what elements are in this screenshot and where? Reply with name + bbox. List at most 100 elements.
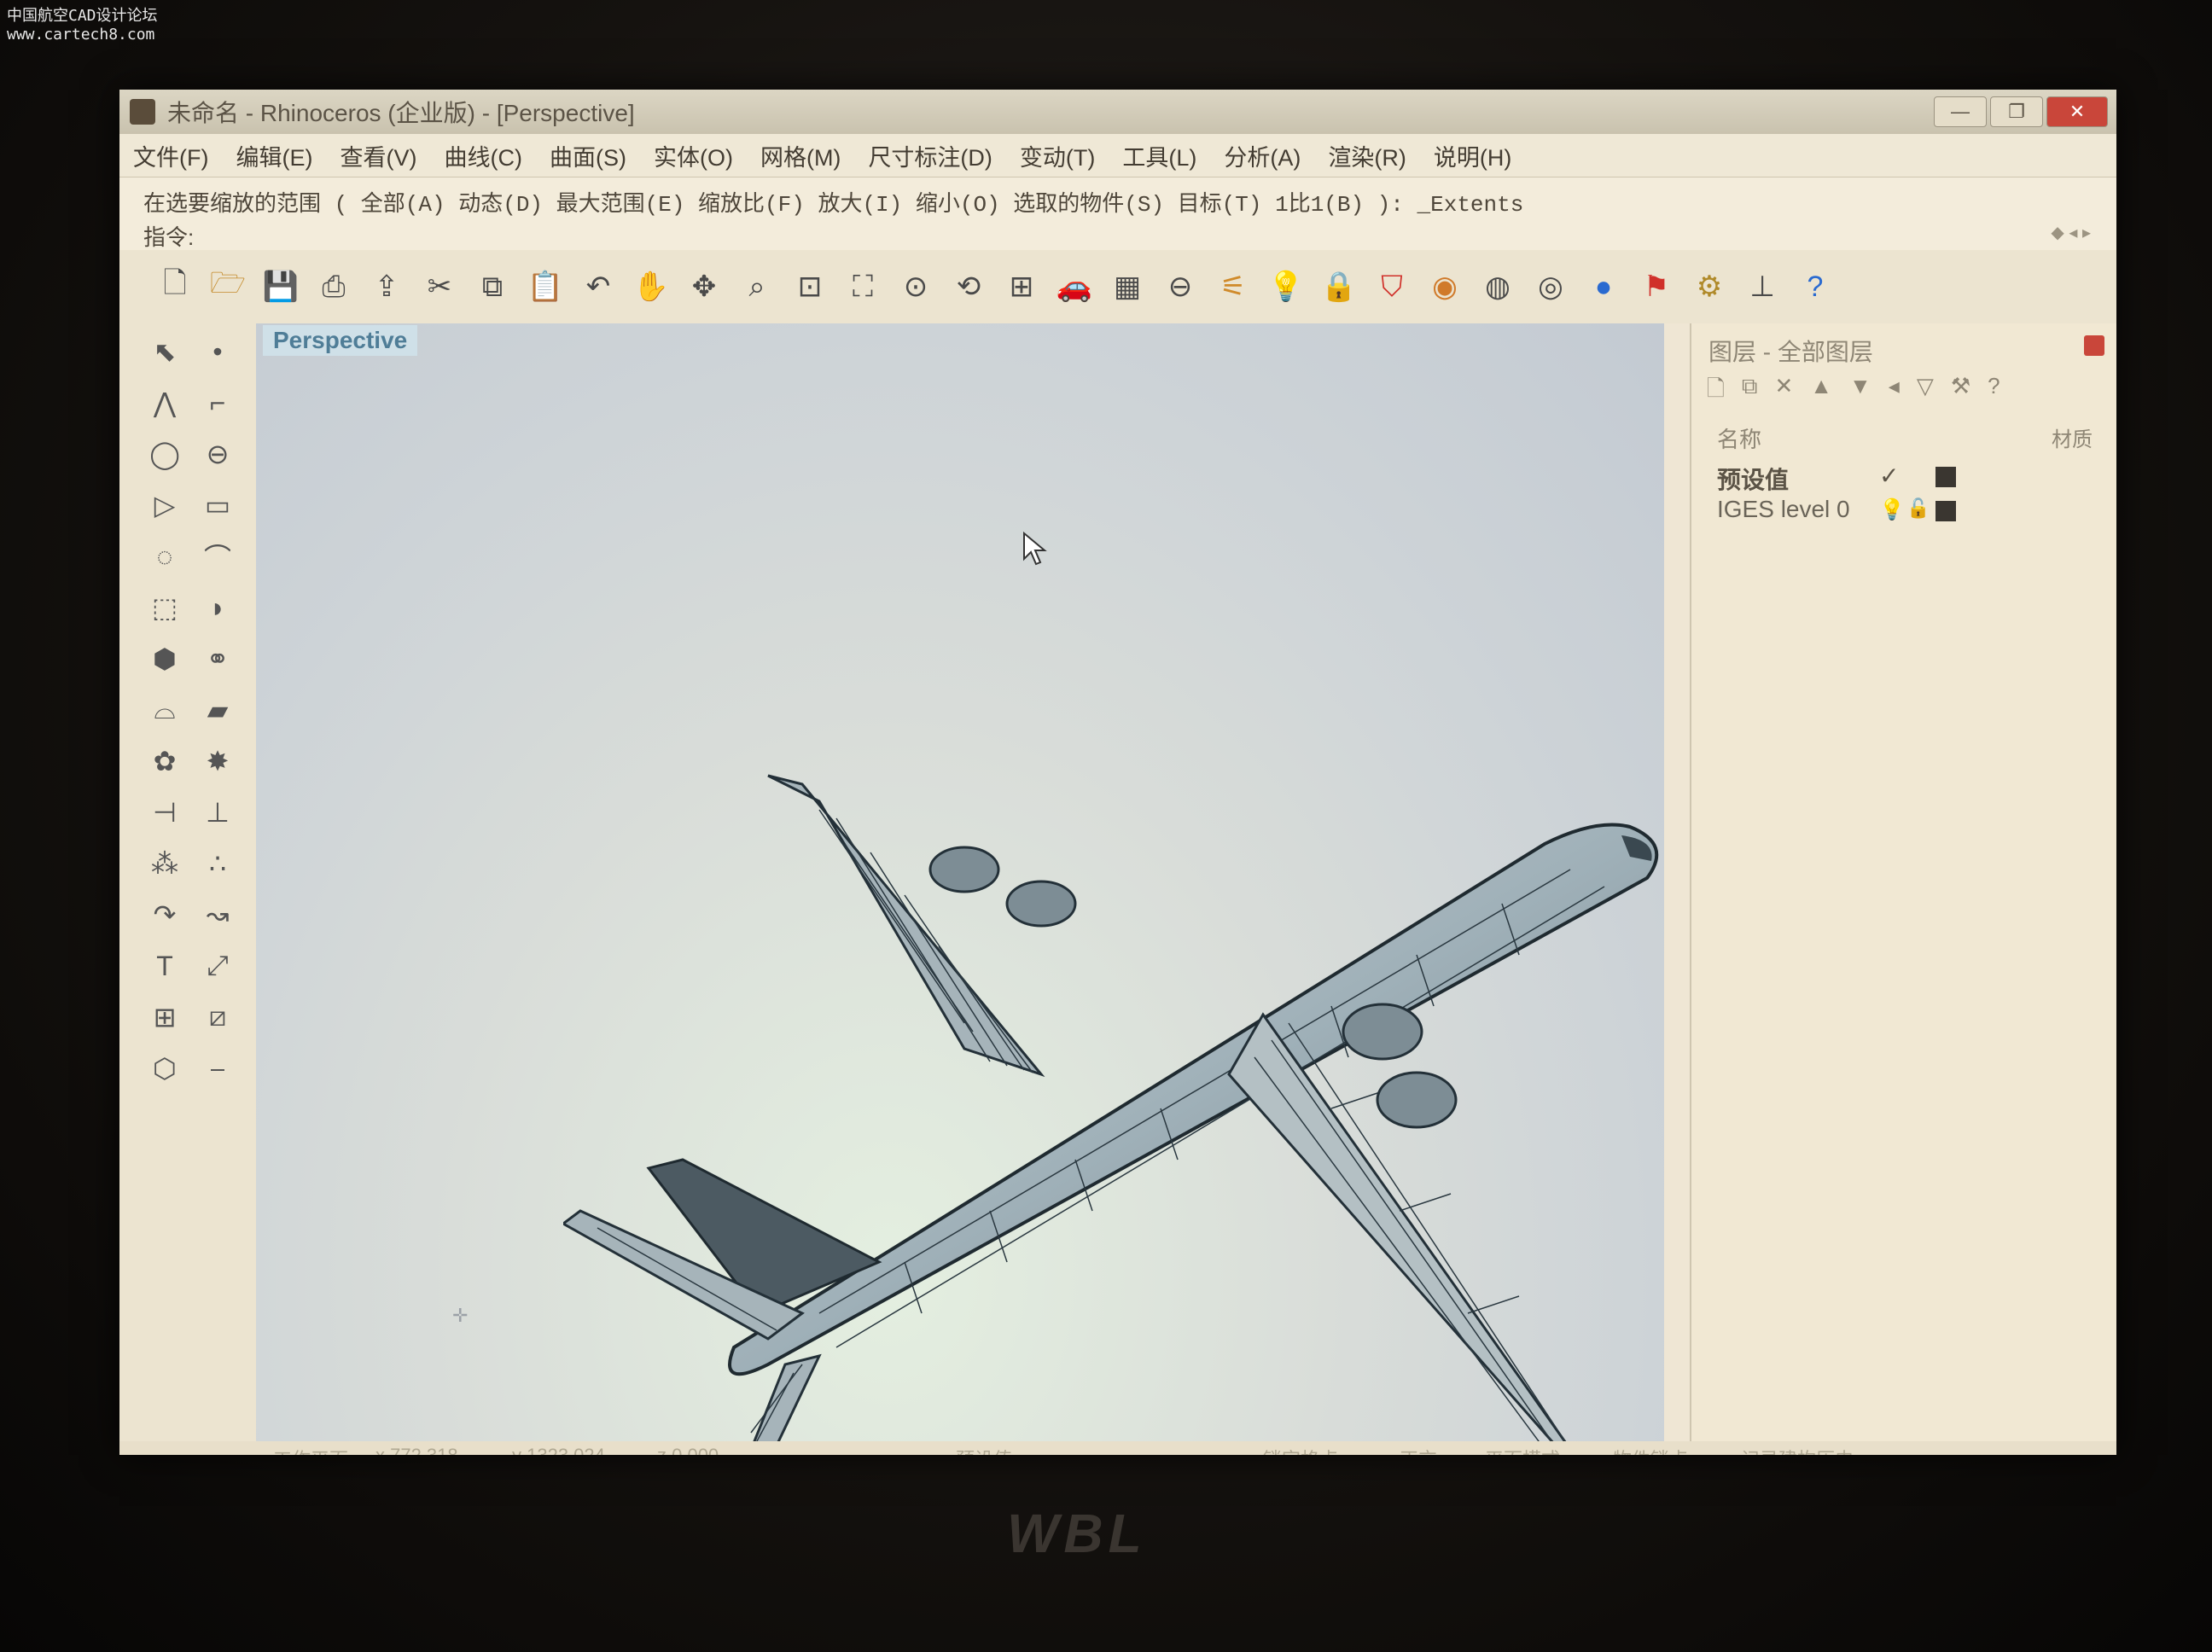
color-wheel-icon[interactable]: ◉ [1423, 265, 1466, 308]
select-arrow-icon[interactable]: ⬉ [145, 332, 184, 371]
copy-icon[interactable]: ⧉ [471, 265, 514, 308]
loft-icon[interactable]: ◗ [198, 588, 237, 627]
layer-color-swatch[interactable] [1936, 501, 1956, 521]
menu-mesh[interactable]: 网格(M) [747, 139, 854, 172]
menu-surface[interactable]: 曲面(S) [536, 139, 640, 172]
rectangle-icon[interactable]: ▭ [198, 486, 237, 525]
layer-row[interactable]: IGES level 0 💡 🔓 [1717, 496, 2093, 530]
flag-icon[interactable]: ⚑ [1635, 265, 1678, 308]
undo-icon[interactable]: ↶ [577, 265, 620, 308]
tools-icon[interactable]: ⚒ [1951, 373, 1970, 410]
command-prompt[interactable]: 指令: [143, 220, 194, 252]
menu-edit[interactable]: 编辑(E) [222, 139, 326, 172]
wireframe-sphere-icon[interactable]: ◍ [1476, 265, 1519, 308]
explode-icon[interactable]: ✸ [198, 742, 237, 781]
new-file-icon[interactable]: 🗋 [154, 265, 196, 308]
menu-curve[interactable]: 曲线(C) [430, 139, 535, 172]
layer-color-swatch[interactable] [1936, 467, 1956, 487]
trim-icon[interactable]: ⊥ [198, 793, 237, 832]
ungroup-icon[interactable]: ∴ [198, 844, 237, 883]
plane-surface-icon[interactable]: ▰ [198, 690, 237, 730]
shaded-sphere-icon[interactable]: ◎ [1529, 265, 1572, 308]
arc-icon[interactable]: ◌ [145, 537, 184, 576]
layers-panel-close-button[interactable] [2084, 335, 2104, 356]
layer-visible-bulb-icon[interactable]: 💡 [1879, 497, 1905, 522]
zoom-icon[interactable]: ⌕ [736, 265, 778, 308]
curve-control-icon[interactable]: ⌐ [198, 383, 237, 422]
move-down-icon[interactable]: ▼ [1849, 373, 1871, 410]
dimension-icon[interactable]: ⊥ [1741, 265, 1784, 308]
zoom-selected-icon[interactable]: ⊙ [894, 265, 937, 308]
polygon-icon[interactable]: ▷ [145, 486, 184, 525]
status-current-layer[interactable]: 预设值 [956, 1445, 1012, 1455]
help-icon[interactable]: ? [1794, 265, 1837, 308]
print-icon[interactable]: ⎙ [312, 265, 355, 308]
dimension-line-icon[interactable]: ⎯ [198, 1049, 237, 1088]
car-icon[interactable]: 🚗 [1053, 265, 1096, 308]
cut-icon[interactable]: ✂ [418, 265, 461, 308]
menu-dimension[interactable]: 尺寸标注(D) [854, 139, 1005, 172]
ellipse-icon[interactable]: ⊖ [198, 434, 237, 474]
help-icon[interactable]: ? [1988, 373, 2000, 410]
rotate-view-icon[interactable]: ⟲ [947, 265, 990, 308]
status-snap[interactable]: 锁定格点 [1263, 1445, 1338, 1455]
move-left-icon[interactable]: ◂ [1889, 373, 1900, 410]
menu-analyze[interactable]: 分析(A) [1210, 139, 1314, 172]
surface-icon[interactable]: ⬚ [145, 588, 184, 627]
fillet-curve-icon[interactable]: ⌒ [198, 537, 237, 576]
cylinder-icon[interactable]: ⌓ [145, 690, 184, 730]
menu-view[interactable]: 查看(V) [326, 139, 430, 172]
pan-hand-icon[interactable]: ✋ [630, 265, 672, 308]
zoom-extents-icon[interactable]: ⛶ [841, 265, 884, 308]
status-record-history[interactable]: 记录建构历史 [1741, 1445, 1854, 1455]
mirror-icon[interactable]: ⧄ [198, 998, 237, 1037]
delete-layer-icon[interactable]: ✕ [1774, 373, 1793, 410]
status-ortho[interactable]: 正交 [1400, 1445, 1437, 1455]
perspective-viewport[interactable]: Perspective ✛ [256, 323, 1664, 1455]
open-folder-icon[interactable]: 🗁 [207, 265, 249, 308]
shield-icon[interactable]: ⛉ [1371, 265, 1413, 308]
new-layer-icon[interactable]: 🗋 [1707, 373, 1725, 410]
status-cplane[interactable]: 工作平面 [273, 1445, 348, 1455]
filter-icon[interactable]: ▽ [1917, 373, 1934, 410]
gears-icon[interactable]: ⚙ [1688, 265, 1731, 308]
status-planar[interactable]: 平面模式 [1485, 1445, 1560, 1455]
text-icon[interactable]: T [145, 946, 184, 986]
spheres-icon[interactable]: ⚭ [198, 639, 237, 678]
new-sublayer-icon[interactable]: ⧉ [1742, 373, 1758, 410]
layer-unlock-icon[interactable]: 🔓 [1906, 497, 1930, 520]
layer-row[interactable]: 预设值 ✓ [1717, 462, 2093, 496]
light-bulb-icon[interactable]: 💡 [1265, 265, 1307, 308]
box-icon[interactable]: ⬢ [145, 639, 184, 678]
point-icon[interactable]: • [198, 332, 237, 371]
maximize-button[interactable]: ❐ [1990, 96, 2043, 127]
menu-render[interactable]: 渲染(R) [1314, 139, 1419, 172]
polyline-icon[interactable]: ⋀ [145, 383, 184, 422]
move-up-icon[interactable]: ▲ [1810, 373, 1832, 410]
viewport-label[interactable]: Perspective [263, 325, 418, 356]
split-icon[interactable]: ⊣ [145, 793, 184, 832]
zoom-window-icon[interactable]: ⊡ [789, 265, 831, 308]
menu-transform[interactable]: 变动(T) [1006, 139, 1109, 172]
boolean-icon[interactable]: ✿ [145, 742, 184, 781]
menu-file[interactable]: 文件(F) [119, 139, 222, 172]
mesh-icon[interactable]: ⬡ [145, 1049, 184, 1088]
rendered-sphere-icon[interactable]: ● [1582, 265, 1625, 308]
menu-solid[interactable]: 实体(O) [640, 139, 747, 172]
circle-icon[interactable]: ◯ [145, 434, 184, 474]
four-viewports-icon[interactable]: ⊞ [1000, 265, 1043, 308]
cplane-icon[interactable]: ⊖ [1159, 265, 1202, 308]
save-icon[interactable]: 💾 [259, 265, 302, 308]
bend-icon[interactable]: ↝ [198, 895, 237, 934]
menu-tools[interactable]: 工具(L) [1109, 139, 1210, 172]
close-button[interactable]: ✕ [2046, 96, 2108, 127]
command-scroll-arrows-icon[interactable]: ◆ ◂ ▸ [2051, 222, 2091, 243]
status-osnap[interactable]: 物件锁点 [1613, 1445, 1688, 1455]
lock-icon[interactable]: 🔒 [1318, 265, 1360, 308]
menu-help[interactable]: 说明(H) [1420, 139, 1525, 172]
group-icon[interactable]: ⁂ [145, 844, 184, 883]
rotate-icon[interactable]: ↷ [145, 895, 184, 934]
properties-icon[interactable]: ⚟ [1212, 265, 1254, 308]
move-cross-icon[interactable]: ✥ [683, 265, 725, 308]
scale-icon[interactable]: ⤢ [198, 946, 237, 986]
